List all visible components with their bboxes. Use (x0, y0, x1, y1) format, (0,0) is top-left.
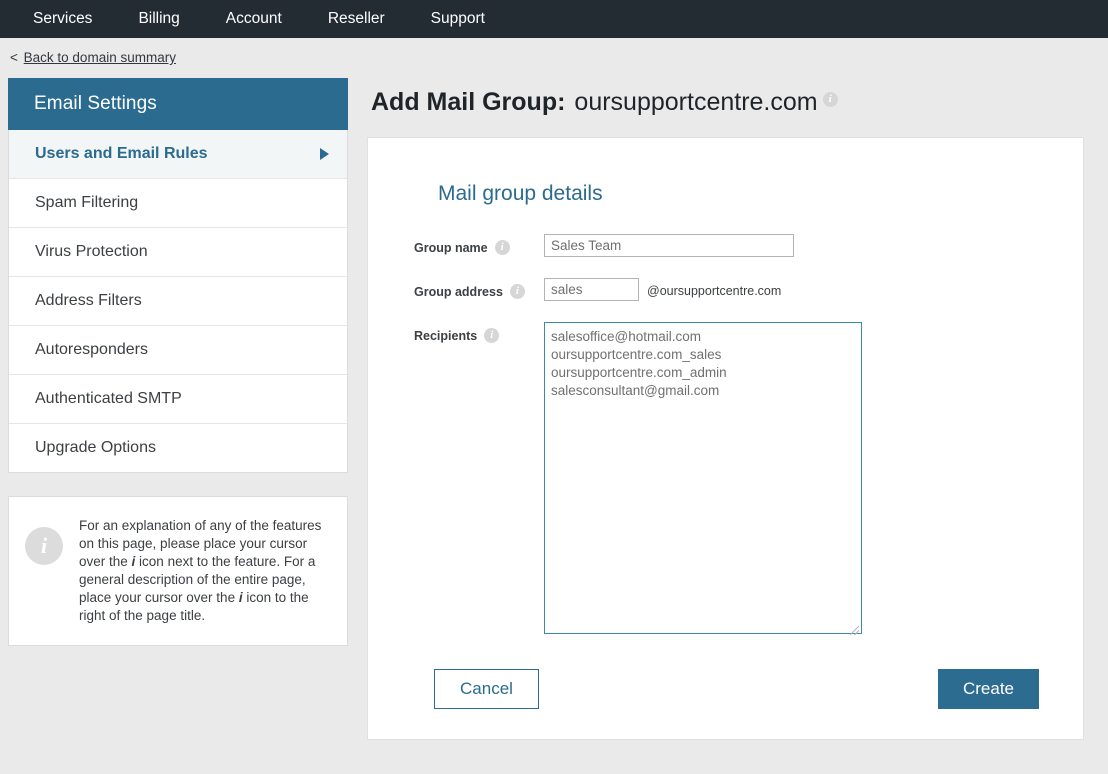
group-address-field-wrap: @oursupportcentre.com (544, 278, 781, 301)
sidebar-item-label: Address Filters (35, 292, 142, 309)
recipients-textarea[interactable]: salesoffice@hotmail.com oursupportcentre… (544, 322, 862, 634)
nav-item-reseller[interactable]: Reseller (305, 0, 408, 38)
help-info-box: i For an explanation of any of the featu… (8, 496, 348, 646)
nav-item-billing[interactable]: Billing (115, 0, 202, 38)
group-address-row: Group address i @oursupportcentre.com (404, 278, 1047, 301)
sidebar-item-upgrade-options[interactable]: Upgrade Options (9, 424, 347, 472)
panel-title: Mail group details (438, 182, 603, 205)
recipients-row: Recipients i salesoffice@hotmail.com our… (404, 322, 1047, 639)
page-title-domain: oursupportcentre.com (574, 88, 818, 116)
sidebar-item-virus-protection[interactable]: Virus Protection (9, 228, 347, 277)
sidebar-item-label: Virus Protection (35, 243, 148, 260)
chevron-right-icon (320, 148, 329, 160)
page-title-prefix: Add Mail Group: (371, 88, 566, 116)
sidebar-item-label: Authenticated SMTP (35, 390, 182, 407)
nav-item-services[interactable]: Services (10, 0, 115, 38)
recipients-field-wrap: salesoffice@hotmail.com oursupportcentre… (544, 322, 862, 639)
group-address-domain-suffix: @oursupportcentre.com (647, 284, 782, 298)
sidebar-item-label: Users and Email Rules (35, 145, 208, 162)
back-chevron-icon: < (10, 50, 18, 65)
group-name-input[interactable] (544, 234, 794, 257)
sidebar-header: Email Settings (8, 78, 348, 130)
group-address-info-icon[interactable]: i (509, 284, 525, 299)
form-actions: Cancel Create (434, 669, 1039, 709)
group-name-row: Group name i (404, 234, 1047, 257)
info-icon: i (25, 527, 63, 565)
sidebar: Email Settings Users and Email Rules Spa… (8, 78, 348, 646)
page-title: Add Mail Group: oursupportcentre.com i (367, 78, 1084, 137)
sidebar-item-autoresponders[interactable]: Autoresponders (9, 326, 347, 375)
group-address-label: Group address (414, 284, 503, 299)
recipients-label: Recipients (414, 328, 478, 343)
group-name-field-wrap (544, 234, 794, 257)
page-title-info-icon[interactable]: i (822, 92, 838, 107)
sidebar-item-label: Autoresponders (35, 341, 148, 358)
recipients-label-wrap: Recipients i (404, 322, 544, 343)
main-content: Add Mail Group: oursupportcentre.com i M… (367, 78, 1084, 740)
nav-item-support[interactable]: Support (408, 0, 508, 38)
sidebar-item-address-filters[interactable]: Address Filters (9, 277, 347, 326)
group-name-label: Group name (414, 240, 488, 255)
page-layout: Email Settings Users and Email Rules Spa… (0, 65, 1108, 740)
sidebar-item-spam-filtering[interactable]: Spam Filtering (9, 179, 347, 228)
mail-group-panel: Mail group details Group name i Group ad… (367, 137, 1084, 740)
sidebar-item-users-and-email-rules[interactable]: Users and Email Rules (9, 130, 347, 179)
breadcrumb: < Back to domain summary (0, 38, 1108, 65)
sidebar-item-authenticated-smtp[interactable]: Authenticated SMTP (9, 375, 347, 424)
sidebar-menu: Users and Email Rules Spam Filtering Vir… (8, 130, 348, 473)
back-to-domain-summary-link[interactable]: Back to domain summary (24, 50, 176, 65)
group-name-info-icon[interactable]: i (494, 240, 510, 255)
cancel-button[interactable]: Cancel (434, 669, 539, 709)
recipients-info-icon[interactable]: i (484, 328, 500, 343)
top-navigation-bar: Services Billing Account Reseller Suppor… (0, 0, 1108, 38)
create-button[interactable]: Create (937, 669, 1039, 709)
group-name-label-wrap: Group name i (404, 234, 544, 255)
sidebar-item-label: Spam Filtering (35, 194, 139, 211)
help-info-text: For an explanation of any of the feature… (79, 517, 329, 625)
group-address-input[interactable] (544, 278, 639, 301)
sidebar-item-label: Upgrade Options (35, 439, 156, 456)
nav-item-account[interactable]: Account (203, 0, 305, 38)
group-address-label-wrap: Group address i (404, 278, 544, 299)
